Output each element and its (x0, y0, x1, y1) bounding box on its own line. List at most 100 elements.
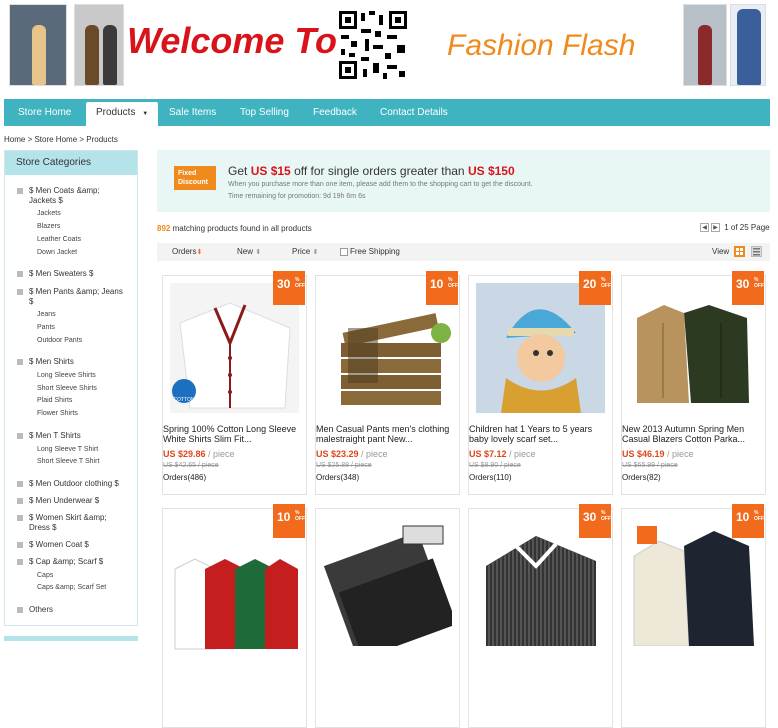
free-shipping-checkbox[interactable] (340, 248, 348, 256)
sort-bar: Orders⬇ New ⬍ Price ⬍ Free Shipping View (157, 243, 770, 261)
category-men-sweaters[interactable]: $ Men Sweaters $ (17, 269, 127, 279)
product-original-price: US $8.90 / piece (469, 462, 521, 469)
bullet-icon (17, 542, 23, 548)
subcategory-flower-shirts[interactable]: Flower Shirts (37, 410, 78, 417)
category-men-coats[interactable]: $ Men Coats &amp; Jackets $ (17, 186, 127, 206)
subcategory-caps[interactable]: Caps (37, 572, 53, 579)
product-orders: Orders(486) (163, 473, 207, 482)
sort-arrow-icon: ⬇ (196, 249, 203, 256)
subcategory-jeans[interactable]: Jeans (37, 311, 56, 318)
bullet-icon (17, 515, 23, 521)
banner-photo-left-2 (74, 4, 124, 86)
category-men-outdoor-clothing[interactable]: $ Men Outdoor clothing $ (17, 479, 127, 489)
subcategory-blazers[interactable]: Blazers (37, 223, 60, 230)
chevron-down-icon: ▼ (142, 111, 149, 117)
nav-feedback[interactable]: Feedback (313, 99, 357, 126)
promotion-details: When you purchase more than one item, pl… (228, 181, 533, 188)
bullet-icon (17, 559, 23, 565)
category-men-t-shirts[interactable]: $ Men T Shirts (17, 431, 127, 441)
welcome-text: Welcome To (127, 20, 338, 61)
nav-contact-details[interactable]: Contact Details (380, 99, 448, 126)
product-title[interactable]: Children hat 1 Years to 5 years baby lov… (469, 424, 614, 444)
product-card[interactable] (315, 508, 460, 728)
discount-badge: 30% OFF (273, 271, 305, 305)
bullet-icon (17, 433, 23, 439)
product-card[interactable]: 20% OFF Children hat 1 Years to 5 years … (468, 271, 614, 495)
sidebar-title: Store Categories (5, 151, 137, 175)
category-others[interactable]: Others (17, 605, 127, 615)
discount-badge: 10% OFF (426, 271, 458, 305)
fixed-discount-badge: Fixed Discount (174, 166, 216, 190)
subcategory-down-jacket[interactable]: Down Jacket (37, 249, 77, 256)
product-original-price: US $25.88 / piece (316, 462, 372, 469)
category-women-skirt[interactable]: $ Women Skirt &amp; Dress $ (17, 513, 127, 533)
subcategory-pants[interactable]: Pants (37, 324, 55, 331)
product-image[interactable] (170, 529, 299, 659)
product-original-price: US $42.65 / piece (163, 462, 219, 469)
breadcrumb[interactable]: Home > Store Home > Products (4, 135, 118, 144)
bullet-icon (17, 188, 23, 194)
product-card[interactable]: 30% OFF New 2013 Autumn Spring Men Casua… (621, 271, 767, 495)
discount-badge: 30% OFF (732, 271, 764, 305)
subcategory-long-sleeve-shirts[interactable]: Long Sleeve Shirts (37, 372, 96, 379)
product-price: US $46.19 / piece (622, 449, 694, 459)
view-label: View (712, 247, 730, 256)
bullet-icon (17, 271, 23, 277)
qr-code (337, 9, 409, 81)
sort-arrow-icon: ⬍ (312, 249, 319, 256)
store-categories-sidebar: Store Categories $ Men Coats &amp; Jacke… (4, 150, 138, 626)
product-orders: Orders(348) (316, 473, 360, 482)
store-banner: Welcome To Fashion Flash (0, 0, 778, 94)
next-page-icon[interactable]: ▶ (711, 223, 720, 233)
free-shipping-label: Free Shipping (350, 247, 400, 256)
product-title[interactable]: Men Casual Pants men's clothing malestra… (316, 424, 461, 444)
product-image[interactable] (323, 516, 452, 646)
product-card[interactable]: 10% OFF Men Casual Pants men's clothing … (315, 271, 461, 495)
nav-store-home[interactable]: Store Home (18, 99, 71, 126)
nav-products[interactable]: Products ▼ (86, 102, 159, 126)
bullet-icon (17, 481, 23, 487)
product-card[interactable]: 10% OFF (162, 504, 307, 728)
subcategory-short-sleeve-shirts[interactable]: Short Sleeve Shirts (37, 385, 97, 392)
subcategory-plaid-shirts[interactable]: Plaid Shirts (37, 397, 72, 404)
sort-new[interactable]: New ⬍ (237, 247, 261, 256)
category-cap-scarf[interactable]: $ Cap &amp; Scarf $ (17, 557, 127, 567)
subcategory-short-sleeve-t-shirt[interactable]: Short Sleeve T Shirt (37, 458, 99, 465)
banner-photo-right-1 (683, 4, 727, 86)
nav-top-selling[interactable]: Top Selling (240, 99, 289, 126)
discount-badge: 10% OFF (732, 504, 764, 538)
promotion-timer: Time remaining for promotion: 9d 19h 6m … (228, 193, 366, 200)
fashion-flash-text: Fashion Flash (447, 29, 636, 62)
sort-price[interactable]: Price ⬍ (292, 247, 318, 256)
category-men-shirts[interactable]: $ Men Shirts (17, 357, 127, 367)
product-card[interactable]: 10% OFF (621, 504, 766, 728)
product-title[interactable]: Spring 100% Cotton Long Sleeve White Shi… (163, 424, 308, 444)
grid-view-icon[interactable] (734, 246, 745, 257)
sort-orders[interactable]: Orders⬇ (172, 247, 202, 256)
category-men-pants[interactable]: $ Men Pants &amp; Jeans $ (17, 287, 127, 307)
product-orders: Orders(110) (469, 473, 512, 482)
category-men-underwear[interactable]: $ Men Underwear $ (17, 496, 127, 506)
product-price: US $7.12 / piece (469, 449, 536, 459)
promotion-banner: Fixed Discount Get US $15 off for single … (157, 150, 770, 212)
subcategory-jackets[interactable]: Jackets (37, 210, 61, 217)
subcategory-leather-coats[interactable]: Leather Coats (37, 236, 81, 243)
bullet-icon (17, 498, 23, 504)
subcategory-caps-scarf-set[interactable]: Caps &amp; Scarf Set (37, 584, 106, 591)
prev-page-icon[interactable]: ◀ (700, 223, 709, 233)
category-women-coat[interactable]: $ Women Coat $ (17, 540, 127, 550)
nav-sale-items[interactable]: Sale Items (169, 99, 216, 126)
subcategory-outdoor-pants[interactable]: Outdoor Pants (37, 337, 82, 344)
product-price: US $29.86 / piece (163, 449, 235, 459)
promotion-headline: Get US $15 off for single orders greater… (228, 164, 515, 178)
subcategory-long-sleeve-t-shirt[interactable]: Long Sleeve T Shirt (37, 446, 98, 453)
bullet-icon (17, 289, 23, 295)
product-card[interactable]: 30% OFF (468, 504, 613, 728)
product-orders: Orders(82) (622, 473, 661, 482)
sidebar-next-section (4, 636, 138, 641)
product-title[interactable]: New 2013 Autumn Spring Men Casual Blazer… (622, 424, 767, 444)
nav-products-label: Products (96, 107, 136, 118)
banner-photo-right-2 (730, 4, 766, 86)
product-card[interactable]: COTTON 30% OFF Spring 100% Cotton Long S… (162, 271, 308, 495)
list-view-icon[interactable] (751, 246, 762, 257)
